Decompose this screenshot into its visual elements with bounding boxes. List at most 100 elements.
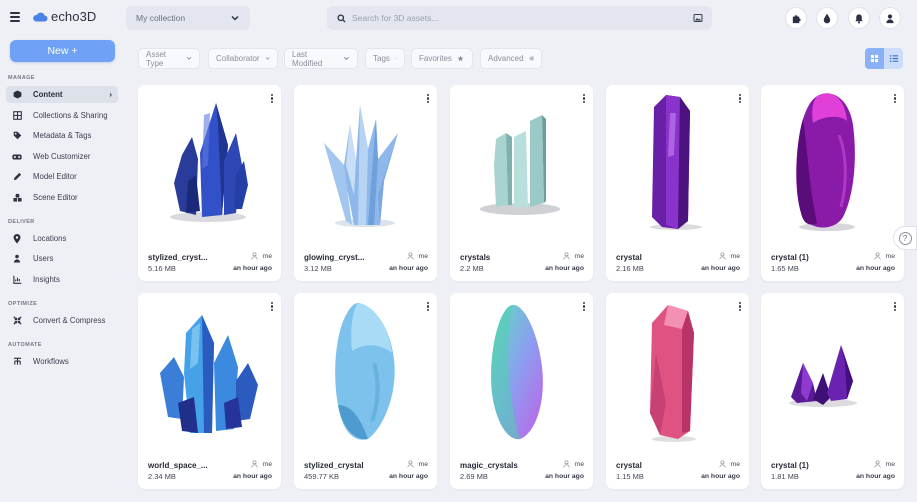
asset-size: 5.16 MB xyxy=(148,264,176,273)
kebab-menu-icon[interactable] xyxy=(739,94,742,103)
asset-card[interactable]: world_space_... 2.34 MB me an hour ago xyxy=(138,293,281,489)
asset-card[interactable]: crystal 2.16 MB me an hour ago xyxy=(606,85,749,281)
kebab-menu-icon[interactable] xyxy=(739,302,742,311)
asset-time: an hour ago xyxy=(389,265,428,272)
sidebar-item-collections-sharing[interactable]: Collections & Sharing xyxy=(6,107,118,124)
kebab-menu-icon[interactable] xyxy=(271,94,274,103)
sidebar-item-convert-compress[interactable]: Convert & Compress xyxy=(6,312,118,329)
kebab-menu-icon[interactable] xyxy=(427,94,430,103)
asset-thumbnail xyxy=(789,345,857,407)
search-input[interactable]: Search for 3D assets... xyxy=(327,6,712,30)
asset-owner: me xyxy=(563,252,584,260)
asset-card[interactable]: stylized_crystal 459.77 KB me an hour ag… xyxy=(294,293,437,489)
asset-name: stylized_cryst... xyxy=(148,253,208,262)
asset-time: an hour ago xyxy=(701,473,740,480)
asset-time: an hour ago xyxy=(233,473,272,480)
asset-card[interactable]: crystal (1) 1.81 MB me an hour ago xyxy=(761,293,904,489)
asset-card[interactable]: stylized_cryst... 5.16 MB me an hour ago xyxy=(138,85,281,281)
user-outline-icon xyxy=(407,252,414,260)
logo[interactable]: echo3D xyxy=(32,9,96,24)
map-pin-icon xyxy=(12,233,22,244)
sidebar-item-label: Web Customizer xyxy=(33,152,91,161)
kebab-menu-icon[interactable] xyxy=(894,302,897,311)
filter-favorites[interactable]: Favorites xyxy=(411,48,473,69)
user-outline-icon xyxy=(251,460,258,468)
sidebar-item-label: Users xyxy=(33,254,54,263)
filter-collaborator[interactable]: Collaborator xyxy=(208,48,278,69)
sidebar-item-content[interactable]: Content › xyxy=(6,86,118,103)
kebab-menu-icon[interactable] xyxy=(583,302,586,311)
collection-select[interactable]: My collection xyxy=(126,6,250,30)
droplet-icon[interactable] xyxy=(816,7,838,29)
asset-owner-label: me xyxy=(730,460,740,468)
sidebar-item-users[interactable]: Users xyxy=(6,250,118,267)
asset-owner-label: me xyxy=(885,252,895,260)
help-button[interactable]: ? xyxy=(893,226,917,250)
filter-asset-type[interactable]: Asset Type xyxy=(138,48,200,69)
asset-size: 2.69 MB xyxy=(460,472,488,481)
asset-time: an hour ago xyxy=(233,265,272,272)
sidebar-item-label: Metadata & Tags xyxy=(33,131,92,140)
asset-thumbnail xyxy=(650,305,696,442)
asset-owner-label: me xyxy=(262,460,272,468)
asset-name: world_space_... xyxy=(148,461,208,470)
kebab-menu-icon[interactable] xyxy=(271,302,274,311)
filter-label: Asset Type xyxy=(146,49,167,68)
sidebar-item-web-customizer[interactable]: Web Customizer xyxy=(6,148,118,165)
help-icon: ? xyxy=(898,231,912,245)
bell-icon[interactable] xyxy=(848,7,870,29)
cube-icon xyxy=(12,90,22,100)
asset-size: 3.12 MB xyxy=(304,264,332,273)
asset-card[interactable]: crystal 1.15 MB me an hour ago xyxy=(606,293,749,489)
asset-name: crystal (1) xyxy=(771,253,809,262)
asset-card[interactable]: magic_crystals 2.69 MB me an hour ago xyxy=(450,293,593,489)
sidebar-item-locations[interactable]: Locations xyxy=(6,230,118,247)
hamburger-menu-icon[interactable] xyxy=(10,12,20,22)
grid-view-button[interactable] xyxy=(865,48,884,69)
grid-icon xyxy=(12,111,22,121)
asset-owner: me xyxy=(719,460,740,468)
kebab-menu-icon[interactable] xyxy=(427,302,430,311)
asset-card[interactable]: crystal (1) 1.65 MB me an hour ago xyxy=(761,85,904,281)
tag-icon xyxy=(12,131,22,141)
asset-card[interactable]: glowing_cryst... 3.12 MB me an hour ago xyxy=(294,85,437,281)
asset-card[interactable]: crystals 2.2 MB me an hour ago xyxy=(450,85,593,281)
asset-size: 459.77 KB xyxy=(304,472,340,481)
section-title-deliver: DELIVER xyxy=(8,219,35,225)
asset-time: an hour ago xyxy=(856,265,895,272)
sidebar-item-insights[interactable]: Insights xyxy=(6,271,118,288)
asset-name: crystal xyxy=(616,461,642,470)
user-outline-icon xyxy=(874,252,881,260)
asset-owner-label: me xyxy=(730,252,740,260)
asset-size: 2.16 MB xyxy=(616,264,644,273)
asset-thumbnail xyxy=(170,103,248,222)
filter-last-modified[interactable]: Last Modified xyxy=(284,48,358,69)
image-search-icon[interactable] xyxy=(693,13,703,23)
asset-size: 2.2 MB xyxy=(460,264,484,273)
sidebar-item-metadata-tags[interactable]: Metadata & Tags xyxy=(6,127,118,144)
puzzle-icon[interactable] xyxy=(785,7,807,29)
sidebar-item-model-editor[interactable]: Model Editor xyxy=(6,168,118,185)
sidebar-item-scene-editor[interactable]: Scene Editor xyxy=(6,189,118,206)
collection-select-value: My collection xyxy=(136,13,186,23)
search-placeholder: Search for 3D assets... xyxy=(352,13,439,23)
new-button[interactable]: New + xyxy=(10,40,115,62)
user-outline-icon xyxy=(563,460,570,468)
filter-label: Collaborator xyxy=(216,54,260,63)
user-outline-icon xyxy=(251,252,258,260)
filter-advanced[interactable]: Advanced xyxy=(480,48,542,69)
user-icon[interactable] xyxy=(879,7,901,29)
filter-label: Last Modified xyxy=(292,49,323,68)
asset-owner: me xyxy=(719,252,740,260)
kebab-menu-icon[interactable] xyxy=(583,94,586,103)
top-bar: echo3D My collection Search for 3D asset… xyxy=(0,0,917,36)
list-icon xyxy=(889,54,898,63)
asset-owner-label: me xyxy=(574,252,584,260)
kebab-menu-icon[interactable] xyxy=(894,94,897,103)
section-title-manage: MANAGE xyxy=(8,75,35,81)
list-view-button[interactable] xyxy=(884,48,903,69)
sidebar-item-workflows[interactable]: Workflows xyxy=(6,353,118,370)
filter-tags[interactable]: Tags xyxy=(365,48,405,69)
asset-size: 1.81 MB xyxy=(771,472,799,481)
asset-thumbnail xyxy=(796,93,855,231)
